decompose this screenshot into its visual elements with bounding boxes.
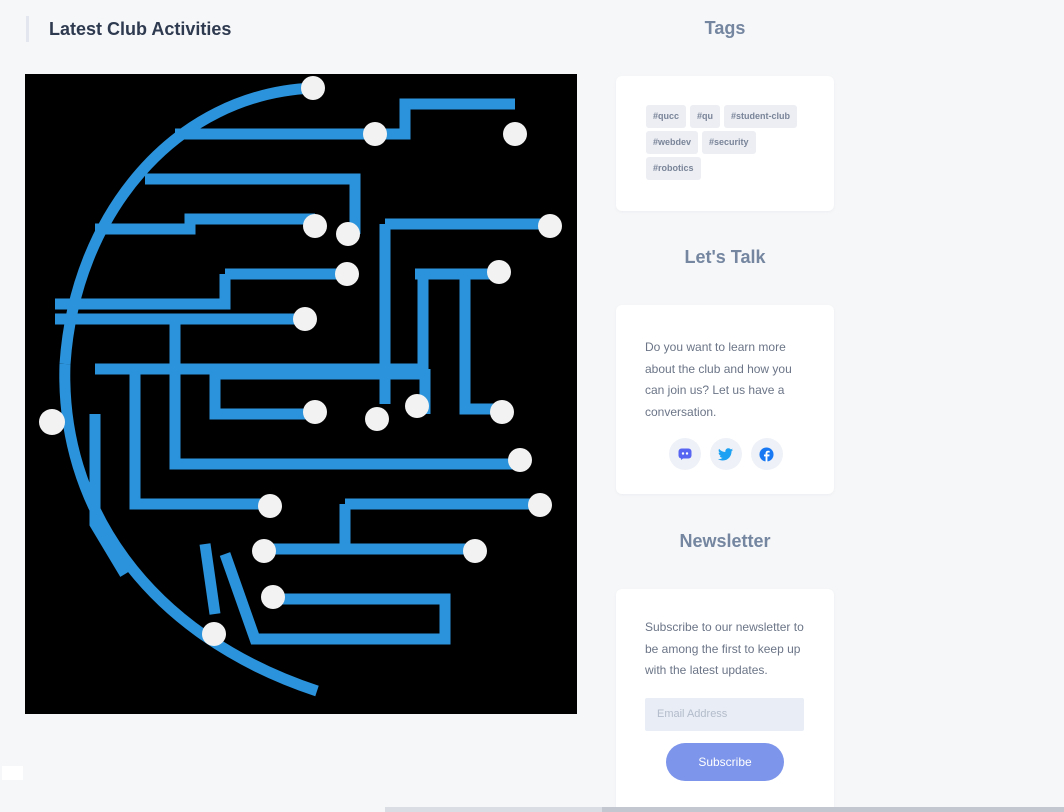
tag[interactable]: #student-club [724,105,798,128]
lets-talk-card: Do you want to learn more about the club… [616,305,834,494]
discord-link[interactable] [668,438,701,470]
social-links [645,438,806,470]
tags-card: #qucc #qu #student-club #webdev #securit… [616,76,834,211]
twitter-icon [718,447,733,460]
newsletter-heading: Newsletter [679,531,771,551]
featured-image[interactable] [25,74,577,714]
facebook-link[interactable] [750,438,783,470]
tags-heading: Tags [704,18,746,38]
email-input[interactable] [645,697,804,731]
subscribe-button[interactable]: Subscribe [666,742,784,781]
tag[interactable]: #webdev [646,131,699,154]
tag[interactable]: #qucc [646,105,687,128]
circuit-globe-icon [39,76,562,697]
scrollbar-thumb[interactable] [602,807,1064,812]
twitter-link[interactable] [709,438,742,470]
tag[interactable]: #qu [690,105,721,128]
tag[interactable]: #security [702,131,756,154]
newsletter-text: Subscribe to our newsletter to be among … [645,620,804,677]
discord-icon [678,448,691,460]
facebook-icon [759,446,774,462]
tag[interactable]: #robotics [646,157,701,180]
newsletter-card: Subscribe to our newsletter to be among … [616,589,834,812]
lets-talk-heading: Let's Talk [684,247,766,267]
lets-talk-text: Do you want to learn more about the club… [645,340,792,419]
corner-marker [2,766,23,780]
section-title: Latest Club Activities [26,16,231,42]
tags-list: #qucc #qu #student-club #webdev #securit… [646,105,804,180]
